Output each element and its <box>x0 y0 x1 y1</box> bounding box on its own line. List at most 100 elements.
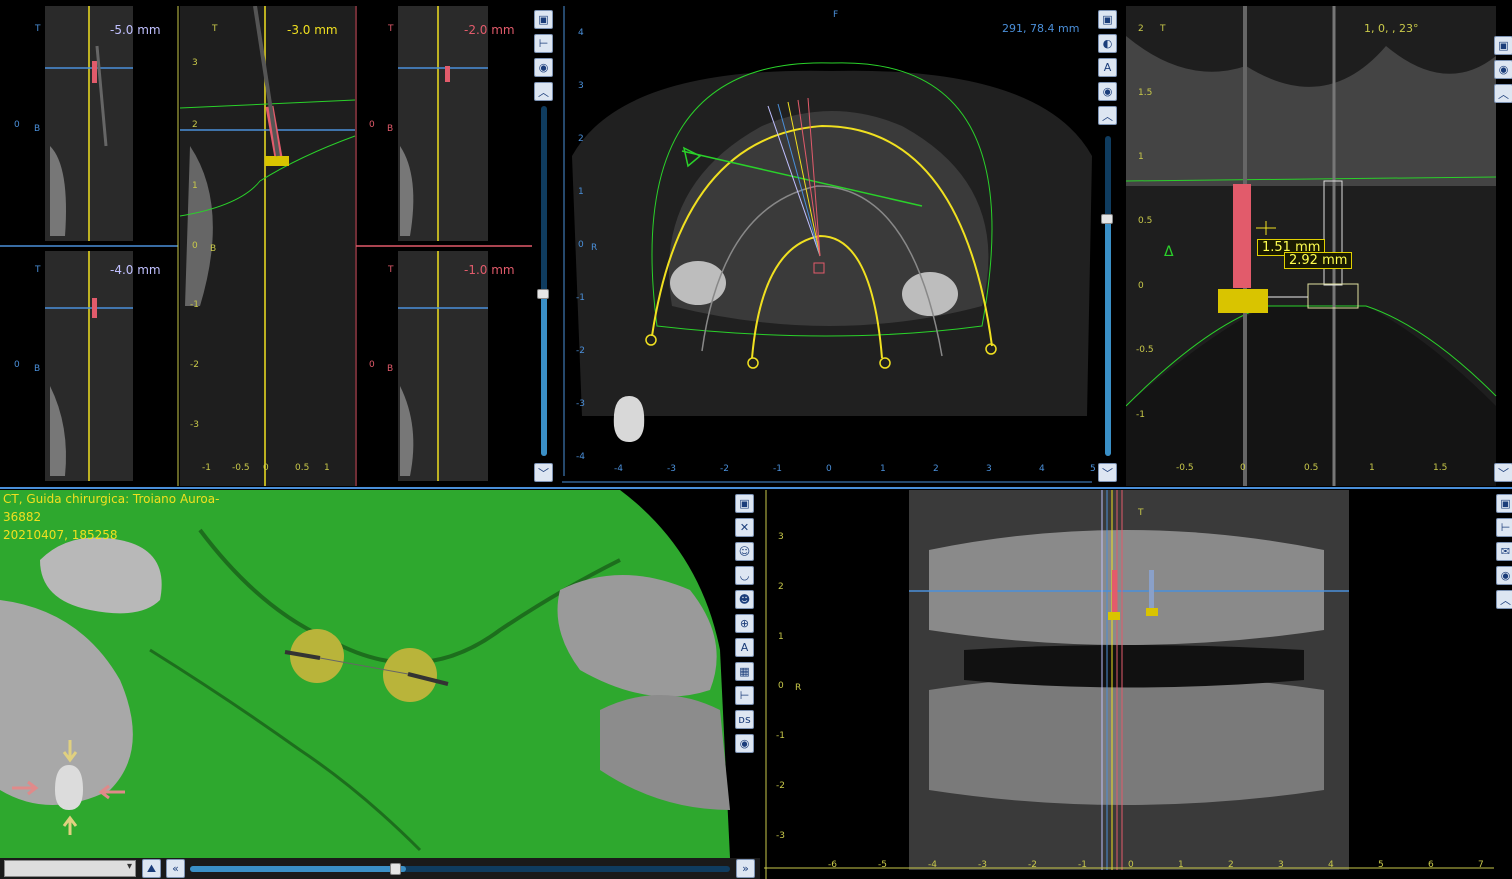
layout-icon[interactable]: ▣ <box>1098 10 1117 29</box>
measure-icon[interactable]: ⊢ <box>534 34 553 53</box>
panoramic-view[interactable]: T R 3 2 1 0 -1 -2 -3 -6 -5 -4 -3 -2 -1 0… <box>764 490 1512 879</box>
chevron-down-icon: ▾ <box>126 861 132 872</box>
y-tick: -3 <box>190 420 199 430</box>
layout-icon[interactable]: ▣ <box>534 10 553 29</box>
frame-slider-fill <box>190 866 406 872</box>
x-tick: -3 <box>667 464 676 474</box>
patient-info-line1: CT, Guida chirurgica: Troiano Auroa- <box>3 492 220 506</box>
slice-slider[interactable] <box>537 106 549 456</box>
y-tick: -2 <box>190 360 199 370</box>
x-tick: -1 <box>202 463 211 473</box>
x-tick: -3 <box>978 860 987 870</box>
annotate-icon[interactable]: A <box>735 638 754 657</box>
x-tick: -4 <box>614 464 623 474</box>
y-tick: 3 <box>192 58 198 68</box>
axis-zero: 0 <box>14 120 20 130</box>
model-3d-view[interactable]: CT, Guida chirurgica: Troiano Auroa- 368… <box>0 490 760 858</box>
panoramic-toolbar: ▣ ⊢ ✉ ◉ ︿ <box>1496 494 1512 609</box>
section-label-bl: -4.0 mm <box>110 263 161 277</box>
measure-icon[interactable]: ⊢ <box>1496 518 1512 537</box>
layout-icon[interactable]: ▣ <box>735 494 754 513</box>
view-dropdown[interactable]: ▾ <box>4 860 136 877</box>
chevron-up-icon[interactable]: ︿ <box>534 82 553 101</box>
x-tick: 1 <box>1369 463 1375 473</box>
chevron-down-icon[interactable]: ﹀ <box>1494 463 1512 482</box>
x-tick: 2 <box>933 464 939 474</box>
y-tick: 4 <box>578 28 584 38</box>
chevron-down-icon[interactable]: ﹀ <box>534 463 553 482</box>
y-tick: 0 <box>778 681 784 691</box>
camera-icon[interactable]: ◉ <box>1496 566 1512 585</box>
orient-t: T <box>35 265 41 275</box>
email-icon[interactable]: ✉ <box>1496 542 1512 561</box>
split-icon[interactable]: ◐ <box>1098 34 1117 53</box>
chevron-down-icon[interactable]: ﹀ <box>1098 463 1117 482</box>
x-tick: 7 <box>1478 860 1484 870</box>
x-tick: -2 <box>720 464 729 474</box>
y-tick: -2 <box>776 781 785 791</box>
slider-knob[interactable] <box>390 863 401 875</box>
camera-icon[interactable]: ◉ <box>1494 60 1512 79</box>
face-icon[interactable]: ☻ <box>735 590 754 609</box>
camera-icon[interactable]: ◉ <box>735 734 754 753</box>
slider-knob[interactable] <box>537 289 549 299</box>
y-tick: 1.5 <box>1138 88 1153 98</box>
y-tick: -0.5 <box>1136 345 1154 355</box>
y-tick: 3 <box>578 81 584 91</box>
layout-icon[interactable]: ▣ <box>1494 36 1512 55</box>
measure-icon[interactable]: ⊢ <box>735 686 754 705</box>
y-tick: 0 <box>192 241 198 251</box>
cross-section-panel[interactable]: -5.0 mm -3.0 mm -2.0 mm -4.0 mm -1.0 mm … <box>0 6 558 486</box>
section-label-tr: -2.0 mm <box>464 23 515 37</box>
orient-b: B <box>387 124 394 134</box>
chevron-right-icon[interactable]: » <box>736 859 755 878</box>
x-tick: -2 <box>1028 860 1037 870</box>
orient-t: T <box>212 24 218 34</box>
x-tick: 3 <box>986 464 992 474</box>
skull-icon[interactable]: ☺ <box>735 542 754 561</box>
axis-zero: 0 <box>369 120 375 130</box>
terrain-icon[interactable]: ⛰ <box>142 859 161 878</box>
crosshair-icon[interactable]: ⊕ <box>735 614 754 633</box>
camera-icon[interactable]: ◉ <box>1098 82 1117 101</box>
ds-icon[interactable]: ᴅs <box>735 710 754 729</box>
section-label-br: -1.0 mm <box>464 263 515 277</box>
slider-knob[interactable] <box>1101 214 1113 224</box>
layout-icon[interactable]: ▣ <box>1496 494 1512 513</box>
jaw-icon[interactable]: ◡ <box>735 566 754 585</box>
delta-icon: Δ <box>1164 244 1174 260</box>
pane-divider <box>0 487 1512 489</box>
grid-icon[interactable]: ▦ <box>735 662 754 681</box>
chevron-up-icon[interactable]: ︿ <box>1496 590 1512 609</box>
tools-icon[interactable]: ✕ <box>735 518 754 537</box>
x-tick: 1 <box>880 464 886 474</box>
chevron-up-icon[interactable]: ︿ <box>1098 106 1117 125</box>
y-tick: 2 <box>192 120 198 130</box>
chevron-up-icon[interactable]: ︿ <box>1494 84 1512 103</box>
x-tick: 5 <box>1378 860 1384 870</box>
bottom-toolbar: ▾ ⛰ « » <box>0 858 760 879</box>
orient-t: T <box>388 265 394 275</box>
chevron-left-icon[interactable]: « <box>166 859 185 878</box>
frame-slider[interactable] <box>190 863 730 875</box>
measurement-label[interactable]: 2.92 mm <box>1284 252 1353 269</box>
x-tick: 4 <box>1039 464 1045 474</box>
y-tick: -3 <box>576 399 585 409</box>
orient-r: R <box>591 243 598 253</box>
axis-zero: 0 <box>14 360 20 370</box>
orient-b: B <box>34 364 41 374</box>
orient-t: T <box>35 24 41 34</box>
axial-view[interactable]: 291, 78.4 mm F R 4 3 2 1 0 -1 -2 -3 -4 -… <box>562 6 1122 486</box>
y-tick: 0 <box>578 240 584 250</box>
slice-slider[interactable] <box>1101 136 1113 456</box>
orient-t: T <box>388 24 394 34</box>
x-tick: 5 <box>1090 464 1096 474</box>
camera-icon[interactable]: ◉ <box>534 58 553 77</box>
y-tick: 2 <box>578 134 584 144</box>
implant-view[interactable]: 1, 0, , 23° T Δ 1.51 mm 2.92 mm 2 1.5 1 … <box>1126 6 1512 486</box>
angle-readout: 1, 0, , 23° <box>1364 22 1419 35</box>
x-tick: 1.5 <box>1433 463 1448 473</box>
orient-b: B <box>210 244 217 254</box>
orient-t: T <box>1138 508 1144 518</box>
annotate-icon[interactable]: A <box>1098 58 1117 77</box>
